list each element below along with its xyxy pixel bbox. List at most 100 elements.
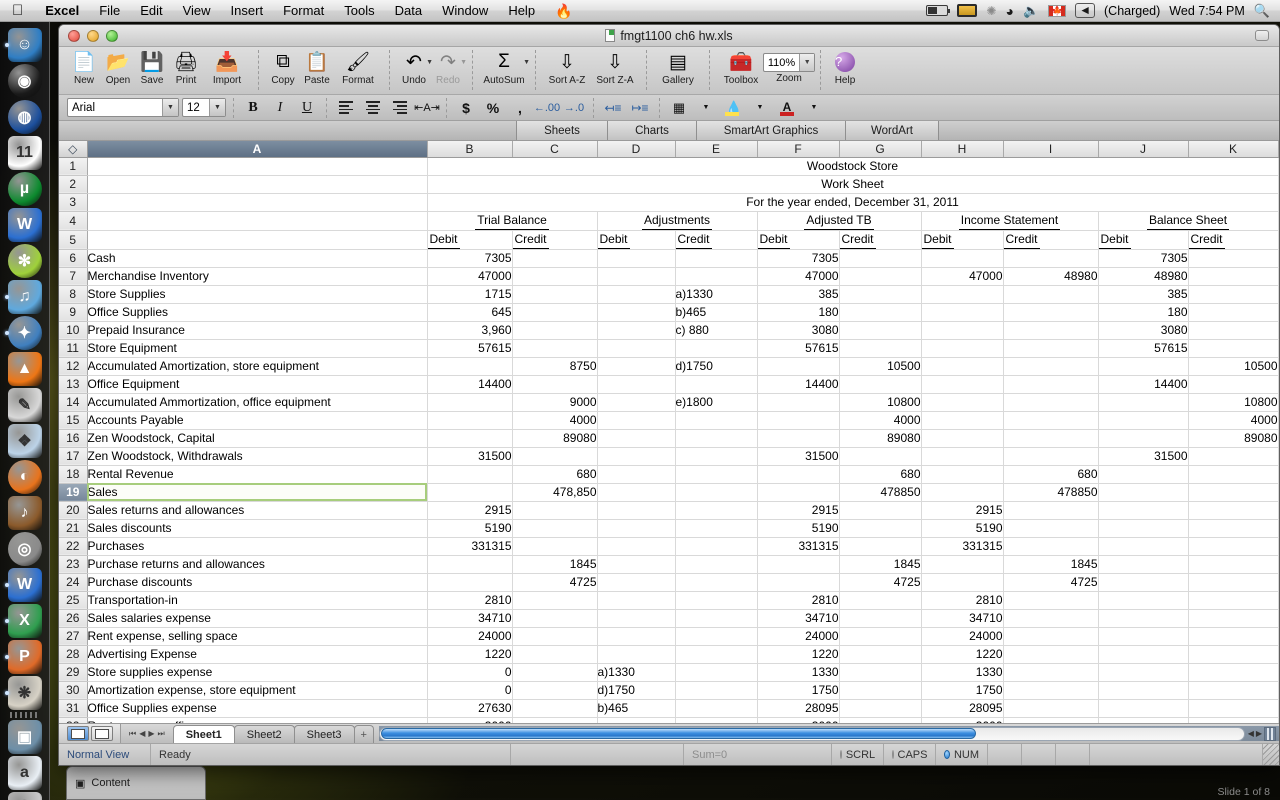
table-row[interactable]: 3For the year ended, December 31, 2011 <box>59 193 1278 211</box>
grid-cell-G15[interactable]: 4000 <box>839 411 921 429</box>
toolbar-button-sort-a-z[interactable]: ⇩Sort A-Z <box>543 50 591 86</box>
grid-cell-C8[interactable] <box>512 285 597 303</box>
worksheet-title-row-3[interactable]: For the year ended, December 31, 2011 <box>427 193 1278 211</box>
row-header-19[interactable]: 19 <box>59 483 87 501</box>
toolbar-button-help[interactable]: ?Help <box>828 50 862 86</box>
account-name-cell[interactable]: Zen Woodstock, Capital <box>87 429 427 447</box>
grid-cell-E19[interactable] <box>675 483 757 501</box>
grid-cell-J10[interactable]: 3080 <box>1098 321 1188 339</box>
row-header-20[interactable]: 20 <box>59 501 87 519</box>
sheet-tabs[interactable]: Sheet1Sheet2Sheet3+ <box>173 724 373 743</box>
row-header-18[interactable]: 18 <box>59 465 87 483</box>
grid-cell-G23[interactable]: 1845 <box>839 555 921 573</box>
dock-item-trash[interactable]: 🗑 <box>4 792 46 800</box>
column-subheader-E[interactable]: Credit <box>675 230 757 249</box>
grid-cell-B17[interactable]: 31500 <box>427 447 512 465</box>
grid-cell-E12[interactable]: d)1750 <box>675 357 757 375</box>
grid-cell-K13[interactable] <box>1188 375 1278 393</box>
grid-cell-F8[interactable]: 385 <box>757 285 839 303</box>
page-layout-view-icon[interactable] <box>91 726 113 741</box>
grid-cell-E13[interactable] <box>675 375 757 393</box>
status-badge-caps[interactable]: CAPS <box>884 744 936 765</box>
dock-item-google-earth[interactable]: ◍ <box>4 100 46 134</box>
menu-edit[interactable]: Edit <box>130 0 172 22</box>
grid-cell-F31[interactable]: 28095 <box>757 699 839 717</box>
grid-cell-B31[interactable]: 27630 <box>427 699 512 717</box>
grid-cell-C17[interactable] <box>512 447 597 465</box>
horizontal-split-box[interactable] <box>1264 727 1276 741</box>
menu-help[interactable]: Help <box>498 0 545 22</box>
grid-cell-I10[interactable] <box>1003 321 1098 339</box>
row-header-4[interactable]: 4 <box>59 211 87 230</box>
grid-cell-I22[interactable] <box>1003 537 1098 555</box>
table-row[interactable]: 22Purchases331315331315331315 <box>59 537 1278 555</box>
dock[interactable]: ☺◉◍11µW✻♫✦▲✎❖◐♪◎WXP❋▣a🗑 <box>0 22 50 800</box>
grid-cell-E27[interactable] <box>675 627 757 645</box>
table-row[interactable]: 12Accumulated Amortization, store equipm… <box>59 357 1278 375</box>
display-icon[interactable] <box>957 4 977 17</box>
grid-cell-G26[interactable] <box>839 609 921 627</box>
horizontal-scroll-thumb[interactable] <box>381 728 976 739</box>
grid-cell-K26[interactable] <box>1188 609 1278 627</box>
grid-cell-D9[interactable] <box>597 303 675 321</box>
grid-cell-D7[interactable] <box>597 267 675 285</box>
grid-cell-C27[interactable] <box>512 627 597 645</box>
grid-cell-H8[interactable] <box>921 285 1003 303</box>
grid-cell-B30[interactable]: 0 <box>427 681 512 699</box>
row-header-24[interactable]: 24 <box>59 573 87 591</box>
last-sheet-button[interactable]: ⏭ <box>158 729 165 739</box>
grid-cell-J9[interactable]: 180 <box>1098 303 1188 321</box>
grid-cell-F9[interactable]: 180 <box>757 303 839 321</box>
grid-cell-B6[interactable]: 7305 <box>427 249 512 267</box>
previous-sheet-button[interactable]: ◀ <box>139 729 145 738</box>
grid-cell-D8[interactable] <box>597 285 675 303</box>
grid-cell-C6[interactable] <box>512 249 597 267</box>
menu-view[interactable]: View <box>173 0 221 22</box>
next-sheet-button[interactable]: ▶ <box>148 729 154 738</box>
grid-cell-J23[interactable] <box>1098 555 1188 573</box>
grid-cell-B25[interactable]: 2810 <box>427 591 512 609</box>
group-header-balance-sheet[interactable]: Balance Sheet <box>1098 211 1278 230</box>
account-name-cell[interactable]: Accounts Payable <box>87 411 427 429</box>
grid-cell-K8[interactable] <box>1188 285 1278 303</box>
group-header-adjustments[interactable]: Adjustments <box>597 211 757 230</box>
grid-cell-H11[interactable] <box>921 339 1003 357</box>
table-row[interactable]: 29Store supplies expense0a)133013301330 <box>59 663 1278 681</box>
worksheet-grid[interactable]: ◇ABCDEFGHIJK 1Woodstock Store2Work Sheet… <box>59 141 1279 723</box>
grid-cell-K32[interactable] <box>1188 717 1278 723</box>
grid-cell-H15[interactable] <box>921 411 1003 429</box>
row-header-8[interactable]: 8 <box>59 285 87 303</box>
table-row[interactable]: 8Store Supplies1715a)1330385385 <box>59 285 1278 303</box>
table-row[interactable]: 14Accumulated Ammortization, office equi… <box>59 393 1278 411</box>
grid-cell-F20[interactable]: 2915 <box>757 501 839 519</box>
grid-cell-F25[interactable]: 2810 <box>757 591 839 609</box>
grid-cell-E24[interactable] <box>675 573 757 591</box>
align-right-button[interactable] <box>388 98 412 118</box>
resize-grip-icon[interactable] <box>1263 744 1279 765</box>
dock-item-preview[interactable]: ❖ <box>4 424 46 458</box>
grid-cell-G8[interactable] <box>839 285 921 303</box>
status-badge-num[interactable]: NUM <box>936 744 988 765</box>
grid-cell-H30[interactable]: 1750 <box>921 681 1003 699</box>
table-row[interactable]: 10Prepaid Insurance3,960c) 88030803080 <box>59 321 1278 339</box>
row-header-5[interactable]: 5 <box>59 230 87 249</box>
grid-cell-I12[interactable] <box>1003 357 1098 375</box>
grid-cell-J31[interactable] <box>1098 699 1188 717</box>
sheet-tab-bar[interactable]: ⏮ ◀ ▶ ⏭ Sheet1Sheet2Sheet3+ ◀ ▶ <box>59 723 1279 743</box>
column-subheader-C[interactable]: Credit <box>512 230 597 249</box>
account-name-cell[interactable]: Accumulated Amortization, store equipmen… <box>87 357 427 375</box>
vertical-scrollbar[interactable]: ≡ ▲ ▼ <box>1279 141 1280 723</box>
grid-cell-J17[interactable]: 31500 <box>1098 447 1188 465</box>
dock-item-microsoft-messenger[interactable]: ✻ <box>4 244 46 278</box>
grid-cell-C29[interactable] <box>512 663 597 681</box>
grid-cell-D32[interactable] <box>597 717 675 723</box>
grid-cell-H29[interactable]: 1330 <box>921 663 1003 681</box>
grid-cell-K19[interactable] <box>1188 483 1278 501</box>
grid-cell-I20[interactable] <box>1003 501 1098 519</box>
grid-cell-G27[interactable] <box>839 627 921 645</box>
column-header-G[interactable]: G <box>839 141 921 157</box>
grid-cell-I21[interactable] <box>1003 519 1098 537</box>
table-row[interactable]: 13Office Equipment144001440014400 <box>59 375 1278 393</box>
grid-cell-G24[interactable]: 4725 <box>839 573 921 591</box>
grid-cell-C30[interactable] <box>512 681 597 699</box>
